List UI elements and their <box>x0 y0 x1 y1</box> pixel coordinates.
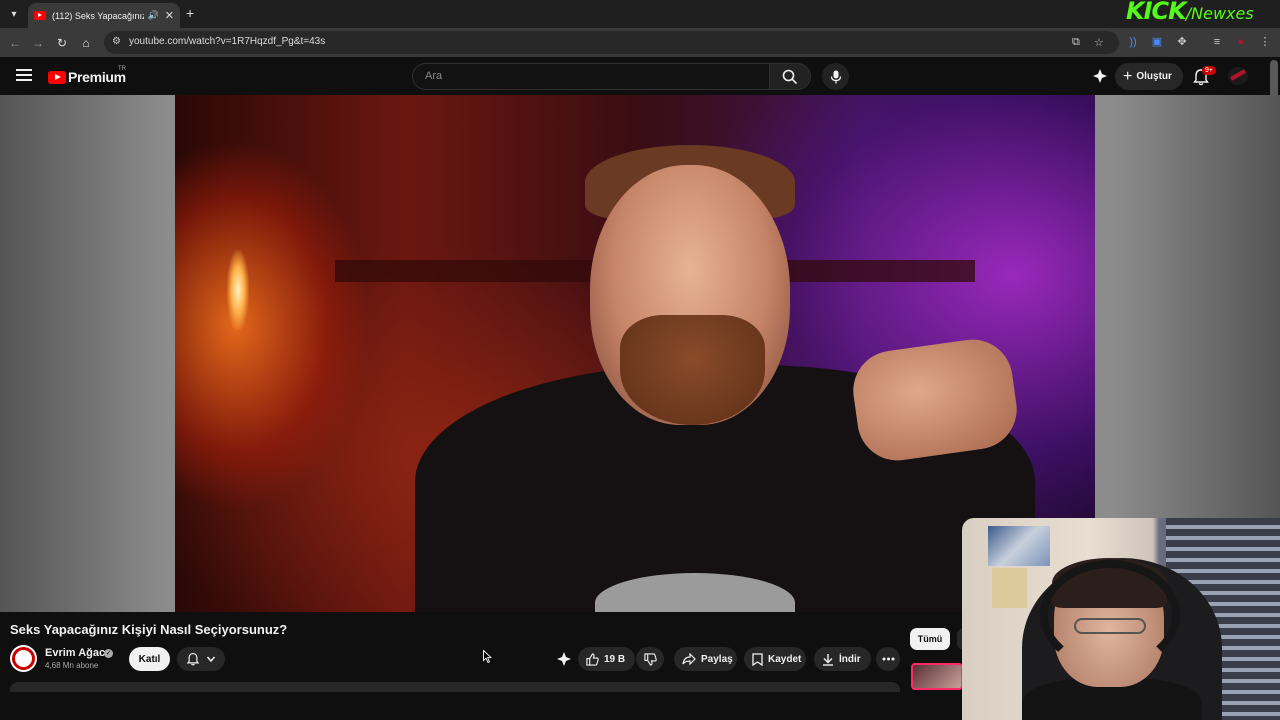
share-label: Paylaş <box>701 653 733 665</box>
download-button[interactable]: İndir <box>814 647 871 671</box>
hamburger-menu-icon[interactable] <box>16 69 32 83</box>
kick-handle-text: Newxes <box>1191 4 1254 23</box>
url-text[interactable]: youtube.com/watch?v=1R7Hqzdf_Pg&t=43s <box>129 36 325 47</box>
account-avatar[interactable] <box>1228 67 1248 85</box>
speaker-icon[interactable]: 🔊 <box>148 10 159 21</box>
subscription-bell-button[interactable] <box>177 647 225 671</box>
close-tab-icon[interactable]: ✕ <box>165 9 174 22</box>
more-actions-button[interactable] <box>876 647 900 671</box>
youtube-play-icon <box>48 70 66 84</box>
notification-badge: 9+ <box>1202 66 1216 75</box>
bell-icon <box>186 652 200 666</box>
channel-avatar[interactable] <box>10 645 37 672</box>
new-tab-button[interactable]: + <box>186 5 194 21</box>
address-bar[interactable]: ⚙ youtube.com/watch?v=1R7Hqzdf_Pg&t=43s … <box>104 31 1119 54</box>
recommended-video-thumbnail[interactable] <box>911 663 963 690</box>
share-button[interactable]: Paylaş <box>674 647 737 671</box>
channel-name[interactable]: Evrim Ağacı <box>45 647 108 659</box>
forward-arrow-icon[interactable]: → <box>30 35 46 51</box>
bookmark-icon <box>752 652 763 666</box>
like-button[interactable]: 19 B <box>578 647 635 671</box>
browser-tab-active[interactable]: (112) Seks Yapacağınız Kişiyi Nasıl Seçi… <box>28 3 180 28</box>
save-label: Kaydet <box>768 653 802 665</box>
back-arrow-icon[interactable]: ← <box>7 35 23 51</box>
more-horizontal-icon <box>882 657 894 661</box>
save-button[interactable]: Kaydet <box>744 647 806 671</box>
download-icon <box>823 653 833 666</box>
like-count: 19 B <box>604 653 626 665</box>
create-button[interactable]: + Oluştur <box>1115 63 1183 90</box>
join-button[interactable]: Katıl <box>129 647 170 671</box>
youtube-premium-logo[interactable]: Premium TR <box>48 66 126 85</box>
voice-search-button[interactable] <box>822 63 849 90</box>
install-app-icon[interactable]: ⧉ <box>1072 36 1080 49</box>
country-code: TR <box>118 66 126 72</box>
download-label: İndir <box>839 653 861 665</box>
browser-menu-icon[interactable]: ⋮ <box>1258 35 1272 49</box>
home-icon[interactable]: ⌂ <box>78 35 94 51</box>
tab-title: (112) Seks Yapacağınız Kişiyi Nasıl Seçi… <box>52 10 144 21</box>
lamp-glow <box>227 250 249 330</box>
search-input[interactable] <box>425 70 755 82</box>
plus-icon: + <box>1123 67 1133 85</box>
kick-logo-text: KICK <box>1126 0 1187 25</box>
reload-icon[interactable]: ↻ <box>54 35 70 51</box>
share-arrow-icon <box>682 653 696 665</box>
browser-toolbar: ← → ↻ ⌂ ⚙ youtube.com/watch?v=1R7Hqzdf_P… <box>0 28 1280 57</box>
dislike-button[interactable] <box>636 647 664 671</box>
filter-chip-all[interactable]: Tümü <box>910 628 950 650</box>
search-button[interactable] <box>769 63 811 90</box>
youtube-header: Premium TR +Oluştur 9+ <box>0 57 1280 95</box>
presenter-beard <box>620 315 765 425</box>
translate-extension-icon[interactable]: ▣ <box>1150 35 1164 49</box>
verified-check-icon: ✓ <box>104 649 113 658</box>
youtube-favicon-icon <box>34 11 46 20</box>
wall-poster <box>988 526 1050 566</box>
media-controls-icon[interactable]: ≡ <box>1210 35 1224 49</box>
headset <box>1040 560 1180 670</box>
chevron-down-icon <box>206 656 216 663</box>
subscriber-count: 4,68 Mn abone <box>45 661 99 670</box>
bookmark-star-icon[interactable]: ☆ <box>1094 36 1104 49</box>
site-info-icon[interactable]: ⚙ <box>112 36 121 47</box>
video-title: Seks Yapacağınız Kişiyi Nasıl Seçiyorsun… <box>10 622 288 637</box>
ask-ai-icon[interactable] <box>556 651 572 667</box>
thumbs-down-icon <box>643 652 657 666</box>
mouse-cursor-icon <box>483 650 492 663</box>
wall-poster-small <box>992 568 1027 608</box>
create-label: Oluştur <box>1136 71 1172 82</box>
microphone-icon <box>830 70 841 83</box>
streamer-webcam-overlay <box>962 518 1280 720</box>
ai-sparkle-icon[interactable] <box>1092 68 1108 84</box>
tab-search-button[interactable]: ▾ <box>4 4 24 24</box>
glasses <box>1074 618 1146 634</box>
browser-tab-bar: ▾ (112) Seks Yapacağınız Kişiyi Nasıl Se… <box>0 0 1280 28</box>
search-box[interactable] <box>412 63 770 90</box>
thumbs-up-icon <box>586 652 599 666</box>
extensions-puzzle-icon[interactable]: ✥ <box>1175 35 1189 49</box>
profile-icon[interactable]: ● <box>1234 35 1248 49</box>
kick-watermark-logo: KICK/Newxes <box>1126 0 1254 25</box>
video-player[interactable] <box>175 95 1095 612</box>
search-icon <box>782 69 798 84</box>
extension-wave-icon[interactable]: )) <box>1126 35 1140 49</box>
description-box[interactable] <box>10 682 900 692</box>
